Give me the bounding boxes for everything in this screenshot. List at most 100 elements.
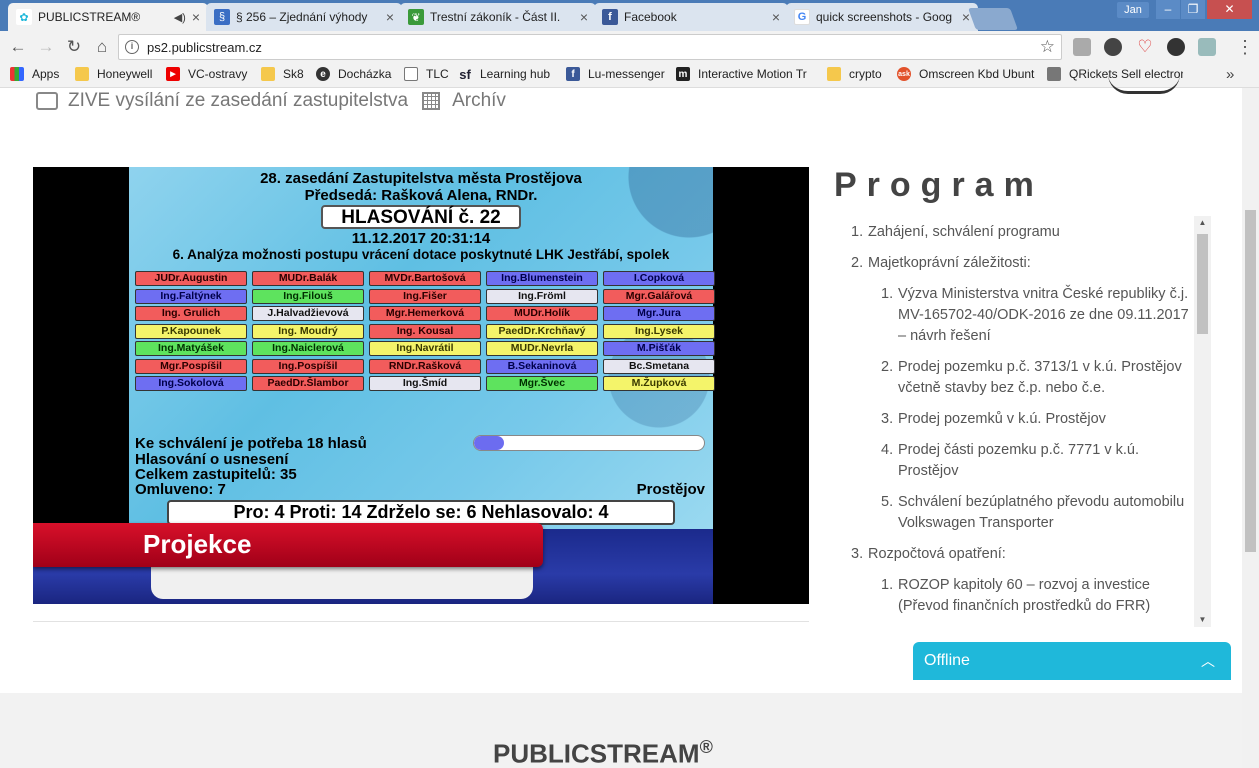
chevron-up-icon[interactable]: ︿ — [1201, 642, 1215, 680]
back-icon[interactable]: ← — [8, 37, 28, 57]
program-subitem-text: Prodej části pozemku p.č. 7771 v k.ú. Pr… — [898, 442, 1139, 479]
menu-icon[interactable]: ⋮ — [1236, 38, 1254, 56]
divider — [33, 621, 809, 622]
chat-status: Offline — [924, 652, 970, 669]
brand-name: PUBLICSTREAM — [493, 738, 700, 768]
chat-widget[interactable]: Offline ︿ — [913, 642, 1231, 680]
member-cell: Ing.Faltýnek — [135, 288, 247, 304]
extension-send-icon[interactable] — [1198, 38, 1216, 56]
program-subitem-text: Prodej pozemku p.č. 3713/1 v k.ú. Prostě… — [898, 359, 1182, 396]
close-icon[interactable]: × — [192, 9, 200, 25]
maximize-button[interactable]: ❐ — [1181, 0, 1205, 19]
scroll-up-icon[interactable]: ▲ — [1194, 216, 1211, 230]
bookmark-dochazka[interactable]: e Docházka — [316, 67, 391, 81]
program-subitem-text: Schválení bezúplatného převodu automobil… — [898, 494, 1185, 531]
slide-title: 28. zasedání Zastupitelstva města Prostě… — [260, 170, 582, 187]
tab-label: Facebook — [624, 10, 677, 24]
member-cell: Bc.Smetana — [603, 358, 715, 374]
member-cell: Ing. Kousal — [369, 323, 481, 339]
city-name: Prostějov — [636, 481, 705, 498]
program-item: 3. Rozpočtová opatření: — [833, 544, 1193, 565]
program-item-number: 3. — [851, 546, 864, 562]
qr-icon — [1047, 67, 1061, 81]
program-sublist: 1. Výzva Ministerstva vnitra České republ… — [833, 284, 1193, 534]
tab-publicstream[interactable]: ✿ PUBLICSTREAM® ◀) × — [8, 3, 208, 31]
close-icon[interactable]: × — [580, 9, 588, 25]
extension-e-icon[interactable] — [1167, 38, 1185, 56]
chevron-right-icon[interactable]: » — [1226, 66, 1234, 83]
tab-label: § 256 – Zjednání výhody — [236, 10, 368, 24]
member-cell: RNDr.Rašková — [369, 358, 481, 374]
program-subitem: 4. Prodej části pozemku p.č. 7771 v k.ú. … — [833, 440, 1193, 482]
heart-icon[interactable]: ♡ — [1136, 38, 1154, 56]
forward-icon[interactable]: → — [36, 37, 56, 57]
bookmark-label: Honeywell — [97, 67, 153, 81]
bookmark-lu-messenger[interactable]: f Lu-messenger — [566, 67, 665, 81]
minimize-button[interactable]: – — [1156, 0, 1180, 19]
member-cell: Mgr.Švec — [486, 376, 598, 391]
nav-live-link[interactable]: ZIVE vysílání ze zasedání zastupitelstva — [68, 90, 408, 112]
scrollbar-thumb[interactable] — [1245, 210, 1256, 552]
bookmark-honeywell[interactable]: Honeywell — [75, 67, 152, 81]
nav-archive-link[interactable]: Archív — [452, 90, 506, 112]
excused-count: Omluveno: 7 — [135, 481, 226, 498]
member-cell: Mgr.Hemerková — [369, 306, 481, 321]
page-icon — [404, 67, 418, 81]
tab-trestni-zakonik[interactable]: ❦ Trestní zákoník - Část II. × — [400, 3, 596, 31]
bookmark-interactive-motion[interactable]: m Interactive Motion Tr — [676, 67, 814, 81]
program-subitem: 1. Výzva Ministerstva vnitra České republ… — [833, 284, 1193, 347]
info-icon[interactable]: i — [125, 40, 139, 54]
program-subitem: 3. Prodej pozemků v k.ú. Prostějov — [833, 409, 1193, 430]
speaker-icon[interactable]: ◀) — [174, 11, 186, 24]
extension-cube-icon[interactable] — [1073, 38, 1091, 56]
profile-button[interactable]: Jan — [1117, 2, 1149, 18]
bookmark-apps[interactable]: Apps — [10, 67, 59, 81]
bookmark-tlc[interactable]: TLC — [404, 67, 449, 81]
member-cell: Ing. Grulich — [135, 306, 247, 321]
publicstream-icon: ✿ — [16, 9, 32, 25]
member-cell: Ing.Fröml — [486, 288, 598, 304]
bookmark-sk8[interactable]: Sk8 — [261, 67, 304, 81]
program-subitem-text: Výzva Ministerstva vnitra České republik… — [898, 286, 1189, 344]
vote-badge: HLASOVÁNÍ č. 22 — [321, 205, 521, 229]
bookmark-label: Sk8 — [283, 67, 304, 81]
voting-slide: 28. zasedání Zastupitelstva města Prostě… — [129, 167, 715, 529]
bookmark-vc-ostravy[interactable]: ▶ VC-ostravy — [166, 67, 247, 81]
member-cell: P.Kapounek — [135, 323, 247, 339]
close-icon[interactable]: × — [386, 9, 394, 25]
member-cell: M.Župková — [603, 376, 715, 391]
member-cell: JUDr.Augustin — [135, 271, 247, 286]
close-window-button[interactable]: ✕ — [1207, 0, 1252, 19]
close-icon[interactable]: × — [772, 9, 780, 25]
tab-google[interactable]: G quick screenshots - Goog × — [786, 3, 978, 31]
new-tab-button[interactable] — [967, 8, 1019, 30]
tab-section-256[interactable]: § § 256 – Zjednání výhody × — [206, 3, 402, 31]
page-scrollbar[interactable] — [1242, 88, 1259, 768]
address-bar[interactable]: i ps2.publicstream.cz ☆ — [118, 34, 1062, 60]
scroll-down-icon[interactable]: ▼ — [1194, 613, 1211, 627]
bookmark-learning-hub[interactable]: sf Learning hub — [458, 67, 551, 82]
bookmark-omscreen[interactable]: ask Omscreen Kbd Ubunt — [897, 67, 1035, 81]
program-subitem-number: 4. — [881, 442, 894, 458]
scrollbar-thumb[interactable] — [1197, 234, 1208, 334]
footer: PUBLICSTREAM® — [0, 693, 1242, 768]
star-icon[interactable]: ☆ — [1040, 37, 1055, 57]
reload-icon[interactable]: ↻ — [64, 37, 84, 57]
home-icon[interactable]: ⌂ — [92, 37, 112, 57]
folder-icon — [75, 67, 89, 81]
url-text[interactable]: ps2.publicstream.cz — [147, 40, 262, 55]
bookmark-label: Apps — [32, 67, 60, 81]
extension-globe-icon[interactable] — [1104, 38, 1122, 56]
footer-brand: PUBLICSTREAM® — [493, 737, 713, 768]
program-scrollbar[interactable]: ▲ ▼ — [1194, 216, 1211, 627]
tab-facebook[interactable]: f Facebook × — [594, 3, 788, 31]
slide-datetime: 11.12.2017 20:31:14 — [351, 230, 491, 247]
tv-icon — [36, 92, 58, 110]
vote-progress-fill — [474, 436, 504, 450]
program-subitem: 2. Prodej pozemku p.č. 3713/1 v k.ú. Pros… — [833, 357, 1193, 399]
bookmark-label: Learning hub — [480, 67, 551, 81]
video-player[interactable]: 28. zasedání Zastupitelstva města Prostě… — [33, 167, 809, 604]
bookmark-crypto[interactable]: crypto — [827, 67, 882, 81]
logo-edge — [1108, 74, 1180, 94]
member-cell: B.Sekaninová — [486, 358, 598, 374]
